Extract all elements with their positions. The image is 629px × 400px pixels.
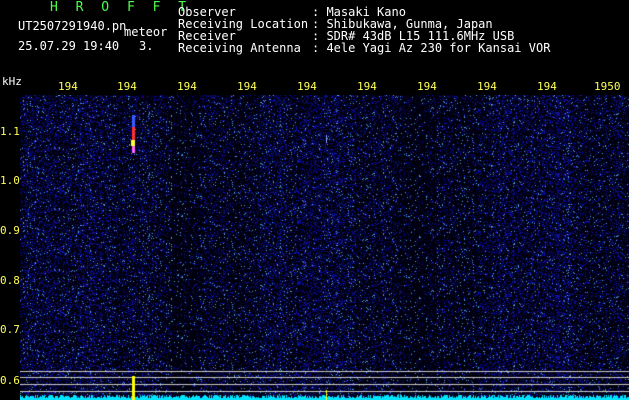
y-tick: 0.9 <box>0 224 20 237</box>
x-tick: 194 <box>117 80 137 93</box>
filename-label: UT2507291940.pn <box>18 19 127 33</box>
y-tick: 0.7 <box>0 323 20 336</box>
count-label: 3. <box>139 39 154 53</box>
x-tick: 194 <box>297 80 317 93</box>
x-tick: 194 <box>58 80 78 93</box>
x-tick: 194 <box>417 80 437 93</box>
antenna-label: Receiving Antenna <box>178 41 301 55</box>
antenna-value: : 4ele Yagi Az 230 for Kansai VOR <box>312 41 551 55</box>
spectrogram-canvas <box>20 95 629 400</box>
title-logo: H R O F F T <box>50 0 192 15</box>
x-tick: 194 <box>357 80 377 93</box>
y-tick: 0.6 <box>0 374 20 387</box>
x-tick: 194 <box>537 80 557 93</box>
y-tick: 1.0 <box>0 174 20 187</box>
y-unit-label: kHz <box>2 75 22 88</box>
datetime-label: 25.07.29 19:40 <box>18 39 120 53</box>
y-tick: 0.8 <box>0 274 20 287</box>
x-tick: 194 <box>177 80 197 93</box>
y-tick: 1.1 <box>0 125 20 138</box>
x-tick: 194 <box>237 80 257 93</box>
x-tick: 194 <box>477 80 497 93</box>
mode-label: meteor <box>124 25 168 39</box>
x-tick: 1950 <box>594 80 621 93</box>
